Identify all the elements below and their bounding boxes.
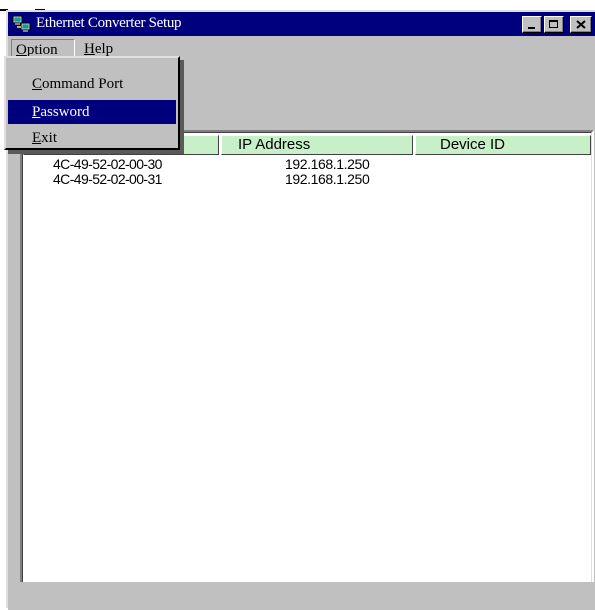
close-button[interactable] [570, 16, 592, 33]
menu-item-label: xit [41, 130, 58, 146]
mac-cell: 4C-49-52-02-00-31 [53, 171, 162, 187]
table-row[interactable]: 4C-49-52-02-00-31 192.168.1.250 [23, 172, 583, 187]
maximize-button[interactable] [544, 16, 564, 33]
option-dropdown-menu: Command Port Password Exit [4, 56, 180, 150]
ip-cell: 192.168.1.250 [285, 156, 370, 172]
ip-cell: 192.168.1.250 [285, 171, 370, 187]
device-list[interactable]: IP Address Device ID 4C-49-52-02-00-30 1… [20, 130, 594, 590]
window-title: Ethernet Converter Setup [36, 15, 182, 31]
title-bar[interactable]: Ethernet Converter Setup [8, 12, 595, 36]
menu-item-label: assword [40, 104, 90, 120]
column-header-device-id[interactable]: Device ID [415, 135, 591, 155]
menu-item-exit[interactable]: Exit [8, 126, 176, 150]
list-area: IP Address Device ID 4C-49-52-02-00-30 1… [22, 132, 592, 588]
menu-help-accel: H [84, 41, 95, 57]
menu-accel: E [32, 130, 42, 146]
maximize-icon [549, 20, 558, 28]
top-edge-artifact [0, 0, 595, 11]
mac-cell: 4C-49-52-02-00-30 [53, 156, 162, 172]
status-bar [8, 582, 595, 610]
table-row[interactable]: 4C-49-52-02-00-30 192.168.1.250 [23, 157, 583, 172]
menu-item-label: ommand Port [42, 76, 124, 92]
menu-help-label: elp [94, 41, 114, 57]
menu-item-command-port[interactable]: Command Port [8, 72, 176, 96]
menu-item-password[interactable]: Password [8, 100, 176, 124]
column-header-ip-address[interactable]: IP Address [221, 135, 413, 155]
close-icon [576, 20, 586, 29]
menu-accel: C [32, 76, 43, 92]
minimize-icon [528, 27, 535, 29]
network-computers-icon [12, 15, 31, 32]
minimize-button[interactable] [522, 16, 542, 33]
